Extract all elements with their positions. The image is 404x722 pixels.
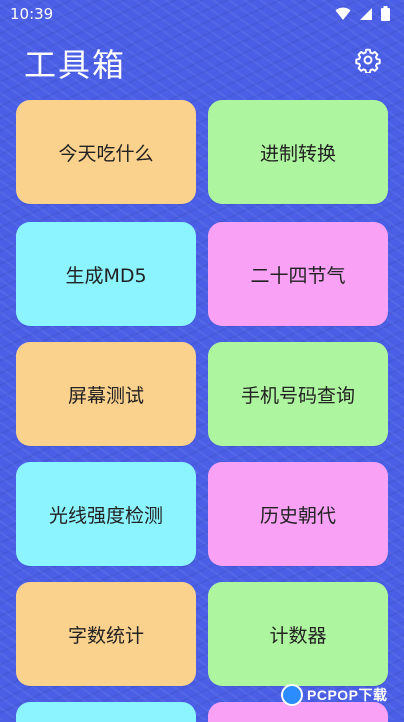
- tool-tile-partial[interactable]: [16, 702, 196, 722]
- tool-label: 进制转换: [259, 142, 336, 165]
- pcpop-logo-icon: [281, 684, 303, 706]
- tool-tile-counter[interactable]: 计数器: [208, 582, 388, 686]
- status-icons: [335, 6, 390, 21]
- tool-label: 字数统计: [67, 624, 144, 647]
- tool-label: 二十四节气: [250, 264, 346, 287]
- page-title: 工具箱: [24, 46, 127, 84]
- tool-label: 生成MD5: [65, 264, 147, 287]
- wifi-icon: [335, 7, 351, 20]
- tool-label: 光线强度检测: [48, 504, 163, 527]
- tool-tile-phone-lookup[interactable]: 手机号码查询: [208, 342, 388, 446]
- tool-label: 今天吃什么: [58, 142, 154, 165]
- tool-tile-md5[interactable]: 生成MD5: [16, 222, 196, 326]
- gear-icon: [355, 48, 381, 73]
- tool-tile-what-to-eat[interactable]: 今天吃什么: [16, 100, 196, 204]
- tool-tile-screen-test[interactable]: 屏幕测试: [16, 342, 196, 446]
- watermark: PCPOP下载: [281, 684, 388, 706]
- signal-icon: [360, 7, 372, 20]
- tool-label: 历史朝代: [259, 504, 336, 527]
- tool-label: 计数器: [269, 624, 327, 647]
- watermark-text: PCPOP下载: [307, 687, 388, 703]
- status-bar: 10:39: [0, 0, 404, 28]
- tool-tile-light-meter[interactable]: 光线强度检测: [16, 462, 196, 566]
- battery-icon: [381, 6, 390, 21]
- tool-tile-base-conversion[interactable]: 进制转换: [208, 100, 388, 204]
- settings-button[interactable]: [354, 46, 382, 74]
- tool-label: 屏幕测试: [67, 384, 144, 407]
- tool-label: 手机号码查询: [240, 384, 355, 407]
- tool-tile-word-count[interactable]: 字数统计: [16, 582, 196, 686]
- tool-tile-solar-terms[interactable]: 二十四节气: [208, 222, 388, 326]
- tool-tile-dynasties[interactable]: 历史朝代: [208, 462, 388, 566]
- status-time: 10:39: [10, 5, 54, 23]
